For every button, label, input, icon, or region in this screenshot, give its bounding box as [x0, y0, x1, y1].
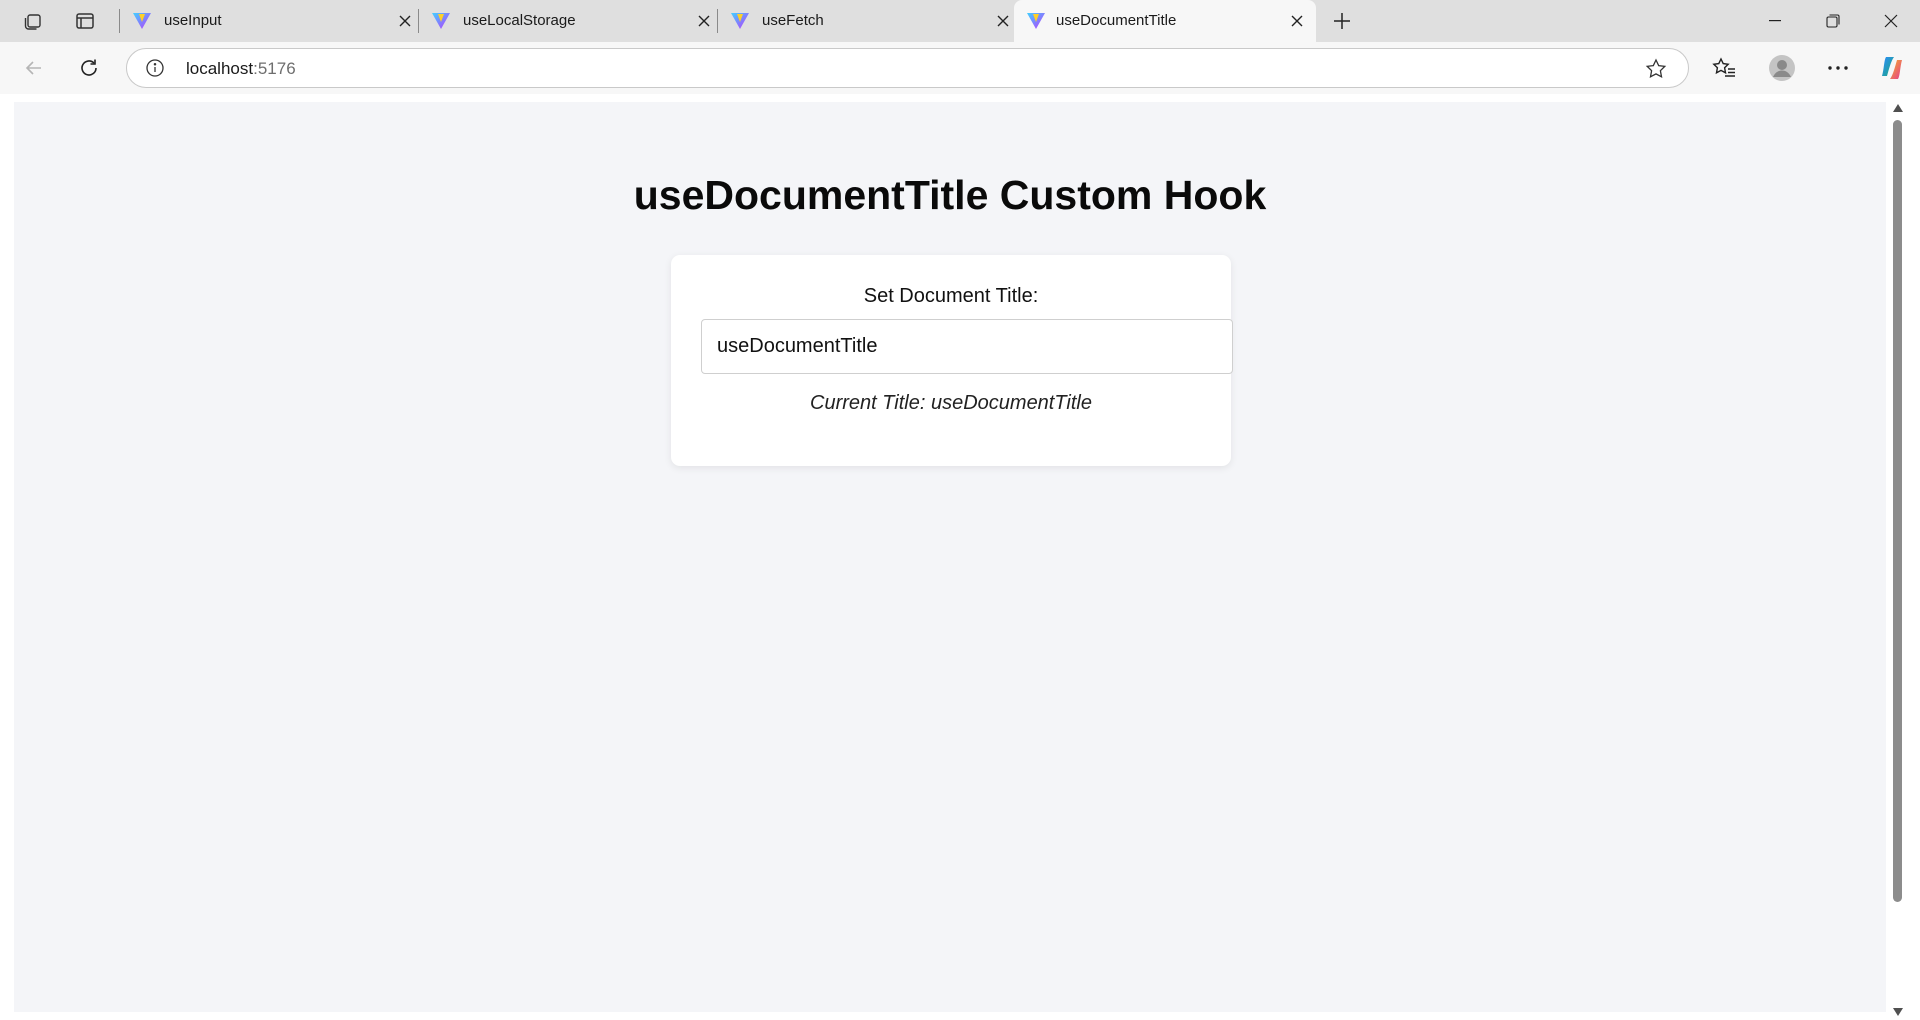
tab-useinput[interactable]: useInput — [122, 0, 414, 42]
vertical-tabs-icon[interactable] — [68, 6, 102, 36]
scroll-down-arrow-icon[interactable] — [1892, 1006, 1904, 1018]
close-window-icon[interactable] — [1862, 0, 1920, 42]
tab-separator — [717, 9, 718, 33]
copilot-icon[interactable] — [1874, 50, 1910, 86]
restore-icon[interactable] — [1804, 0, 1862, 42]
favorites-list-icon[interactable] — [1706, 50, 1742, 86]
page-viewport: useDocumentTitle Custom Hook Set Documen… — [6, 94, 1920, 1020]
url-port: :5176 — [253, 59, 296, 78]
tab-separator — [119, 9, 120, 33]
back-arrow-icon[interactable] — [16, 50, 52, 86]
title-card: Set Document Title: Current Title: useDo… — [671, 255, 1233, 466]
tab-title: useDocumentTitle — [1056, 12, 1177, 29]
scrollbar-thumb[interactable] — [1893, 120, 1902, 902]
tab-separator — [418, 9, 419, 33]
profile-avatar-icon[interactable] — [1764, 50, 1800, 86]
document-title-input[interactable] — [701, 319, 1233, 374]
browser-toolbar: localhost:5176 — [0, 42, 1920, 94]
tab-usedocumenttitle[interactable]: useDocumentTitle — [1014, 0, 1316, 42]
scroll-up-arrow-icon[interactable] — [1892, 102, 1904, 114]
workspaces-icon[interactable] — [16, 6, 50, 36]
tab-title: useFetch — [762, 12, 824, 29]
page-body: useDocumentTitle Custom Hook Set Documen… — [14, 102, 1886, 1012]
url-text[interactable]: localhost:5176 — [186, 59, 296, 79]
vite-logo-icon — [133, 13, 151, 29]
address-bar[interactable]: localhost:5176 — [126, 48, 1689, 88]
tab-usefetch[interactable]: useFetch — [720, 0, 1012, 42]
close-icon[interactable] — [1286, 10, 1308, 32]
tab-uselocalstorage[interactable]: useLocalStorage — [421, 0, 713, 42]
tab-title: useInput — [164, 12, 222, 29]
info-icon[interactable] — [145, 58, 165, 78]
close-icon[interactable] — [992, 10, 1014, 32]
vertical-scrollbar[interactable] — [1888, 94, 1908, 1020]
set-title-label: Set Document Title: — [863, 285, 1039, 307]
page-title: useDocumentTitle Custom Hook — [633, 172, 1267, 218]
vite-logo-icon — [432, 13, 450, 29]
vite-logo-icon — [1027, 13, 1045, 29]
close-icon[interactable] — [394, 10, 416, 32]
more-dots-icon[interactable] — [1820, 50, 1856, 86]
star-icon[interactable] — [1644, 57, 1668, 81]
url-host: localhost — [186, 59, 254, 78]
minimize-icon[interactable] — [1746, 0, 1804, 42]
tab-title: useLocalStorage — [463, 12, 576, 29]
current-title-text: Current Title: useDocumentTitle — [810, 392, 1092, 414]
refresh-icon[interactable] — [71, 50, 107, 86]
close-icon[interactable] — [693, 10, 715, 32]
tab-strip: useInput useLocalStorage useFetch useDoc… — [0, 0, 1920, 42]
vite-logo-icon — [731, 13, 749, 29]
plus-icon[interactable] — [1326, 6, 1358, 36]
